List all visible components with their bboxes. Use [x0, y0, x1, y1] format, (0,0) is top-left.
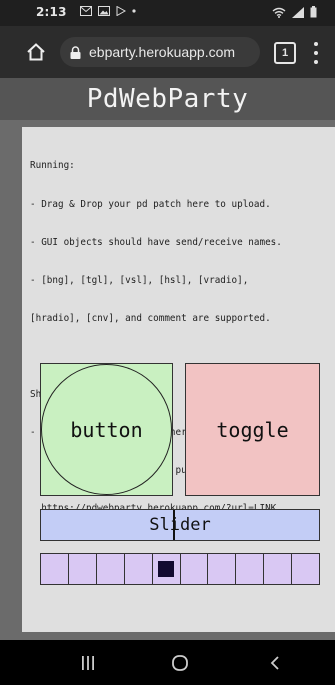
radio-cell[interactable]: [292, 554, 319, 584]
radio-cell[interactable]: [41, 554, 69, 584]
signal-icon: [292, 6, 304, 18]
back-nav-button[interactable]: [245, 640, 305, 685]
menu-dot-icon: [314, 51, 318, 55]
bang-button-label: button: [70, 417, 143, 442]
recent-apps-icon: [82, 655, 94, 670]
status-bar: 2:13: [0, 0, 335, 26]
lock-icon: [70, 45, 81, 59]
info-line: - [bng], [tgl], [vsl], [hsl], [vradio],: [30, 274, 249, 286]
status-time: 2:13: [36, 5, 67, 19]
home-icon: [27, 43, 45, 61]
wifi-icon: [272, 7, 286, 18]
bang-button[interactable]: button: [40, 363, 173, 496]
radio-cell[interactable]: [125, 554, 153, 584]
radio-cell[interactable]: [97, 554, 125, 584]
toggle-button[interactable]: toggle: [185, 363, 320, 496]
back-icon: [270, 655, 279, 670]
radio-cell[interactable]: [153, 554, 181, 584]
battery-icon: [310, 6, 317, 18]
horizontal-radio[interactable]: [40, 553, 320, 585]
notification-icons: [80, 6, 136, 16]
browser-home-button[interactable]: [24, 40, 48, 64]
play-icon: [116, 6, 126, 16]
info-line: [hradio], [cnv], and comment are support…: [30, 312, 271, 324]
android-nav-bar: [0, 640, 335, 685]
slider-handle[interactable]: [173, 510, 175, 540]
slider-label: Slider: [149, 515, 211, 535]
page-title: PdWebParty: [0, 78, 335, 120]
dot-icon: [132, 9, 136, 13]
url-text: ebparty.herokuapp.com: [89, 44, 236, 60]
radio-cell[interactable]: [236, 554, 265, 584]
radio-cell[interactable]: [69, 554, 97, 584]
menu-dot-icon: [314, 42, 318, 46]
overflow-menu-button[interactable]: [311, 42, 321, 64]
tabs-button[interactable]: 1: [274, 42, 296, 64]
browser-toolbar: ebparty.herokuapp.com 1: [0, 26, 335, 78]
home-circle-icon: [172, 654, 188, 671]
info-line: - GUI objects should have send/receive n…: [30, 236, 282, 248]
menu-dot-icon: [314, 60, 318, 64]
radio-cell[interactable]: [208, 554, 237, 584]
horizontal-slider[interactable]: Slider: [40, 509, 320, 541]
info-line: - Drag & Drop your pd patch here to uplo…: [30, 198, 271, 210]
gmail-icon: [80, 6, 92, 16]
radio-cell[interactable]: [181, 554, 209, 584]
home-nav-button[interactable]: [150, 640, 210, 685]
info-line: [30, 351, 335, 364]
url-bar[interactable]: ebparty.herokuapp.com: [60, 37, 260, 67]
patch-canvas[interactable]: Running: - Drag & Drop your pd patch her…: [22, 127, 335, 632]
system-icons: [272, 6, 317, 18]
image-icon: [98, 6, 110, 16]
radio-selected-marker: [158, 561, 175, 577]
phone-screen: 2:13 ebparty.herokuapp.com 1 PdWebParty …: [0, 0, 335, 685]
radio-cell[interactable]: [264, 554, 293, 584]
info-line: Running:: [30, 160, 75, 172]
recent-apps-button[interactable]: [58, 640, 118, 685]
